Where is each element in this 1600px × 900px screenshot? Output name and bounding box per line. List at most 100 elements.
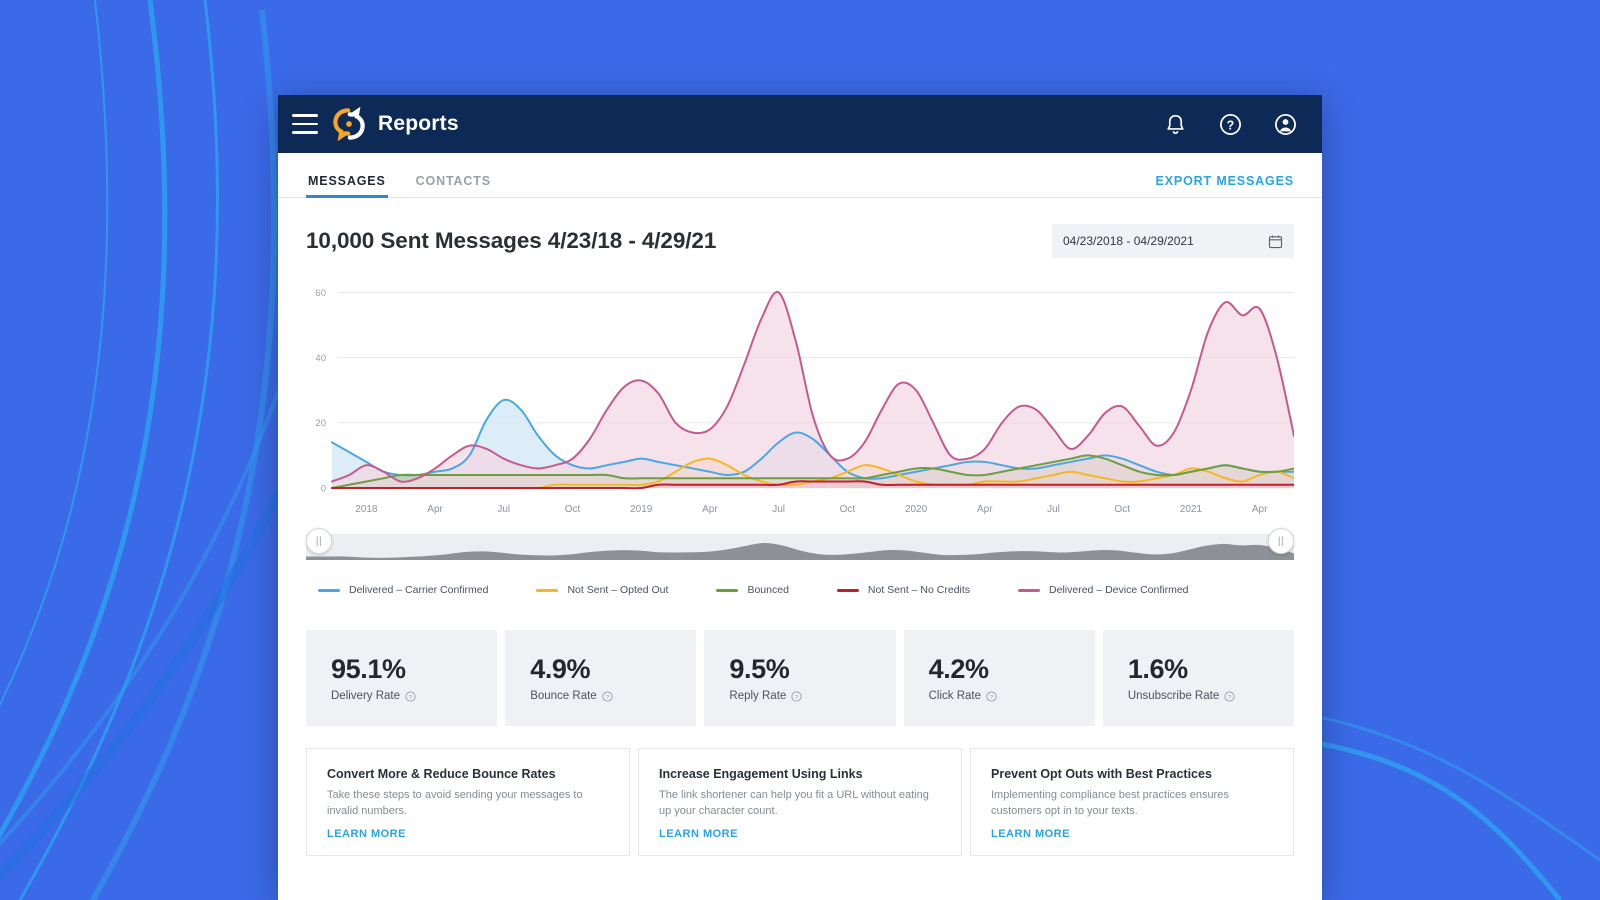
scrubber-handle-left-grip: ||	[315, 535, 323, 547]
kpi-label-row: Unsubscribe Rate?	[1128, 690, 1294, 702]
legend-label: Delivered – Carrier Confirmed	[349, 584, 489, 596]
chart-x-tick-label: Apr	[977, 504, 993, 515]
kpi-label: Bounce Rate	[530, 690, 597, 702]
legend-item[interactable]: Not Sent – Opted Out	[536, 584, 668, 596]
legend-swatch	[716, 588, 739, 592]
tip-card-learn-more-link[interactable]: LEARN MORE	[991, 828, 1273, 840]
messages-area-chart[interactable]: 0 20 40 60 2018 Apr Jul Oct 2019 Apr Jul Oct 2020 Ap…	[306, 276, 1294, 526]
kpi-card: 9.5% Reply Rate?	[704, 630, 896, 726]
app-window: Reports ? MESSAGES CONTACTS EXPORT MESSA…	[278, 95, 1322, 900]
tip-card-row: Convert More & Reduce Bounce Rates Take t…	[278, 726, 1322, 856]
legend-swatch	[318, 588, 340, 592]
kpi-label-row: Delivery Rate?	[331, 690, 497, 702]
svg-text:?: ?	[795, 694, 798, 700]
kpi-value: 1.6%	[1127, 654, 1188, 684]
legend-item[interactable]: Not Sent – No Credits	[836, 584, 971, 596]
calendar-icon	[1268, 235, 1283, 248]
chart-y-axis-labels: 0 20 40 60	[315, 288, 326, 494]
legend-label: Bounced	[747, 584, 789, 596]
scrubber-handle-right-grip: ||	[1277, 535, 1285, 547]
kpi-label-row: Reply Rate?	[729, 690, 895, 702]
chart-x-tick-label: Jul	[1047, 504, 1060, 515]
kpi-label-row: Click Rate?	[929, 690, 1095, 702]
svg-text:?: ?	[1227, 118, 1235, 132]
kpi-card: 4.2% Click Rate?	[903, 630, 1095, 726]
chart-x-axis-labels: 2018 Apr Jul Oct 2019 Apr Jul Oct 2020 Apr Jul Oct 2…	[355, 504, 1268, 515]
chart-container: 0 20 40 60 2018 Apr Jul Oct 2019 Apr Jul Oct 2020 Ap…	[278, 258, 1322, 526]
tip-card: Increase Engagement Using Links The link …	[638, 748, 962, 856]
kpi-label: Reply Rate	[729, 690, 787, 702]
chart-series-areas	[332, 292, 1294, 489]
legend-label: Delivered – Device Confirmed	[1049, 584, 1189, 596]
chart-x-tick-label: 2020	[905, 504, 928, 515]
scrubber-handle-left[interactable]: ||	[306, 528, 332, 554]
kpi-value: 4.9%	[530, 654, 591, 684]
chart-x-tick-label: 2019	[630, 504, 653, 515]
svg-text:?: ?	[990, 694, 993, 700]
chart-x-tick-label: Oct	[565, 504, 581, 515]
tip-card-learn-more-link[interactable]: LEARN MORE	[327, 828, 609, 840]
bell-icon[interactable]	[1163, 112, 1188, 137]
kpi-card: 1.6% Unsubscribe Rate?	[1102, 630, 1295, 726]
legend-label: Not Sent – No Credits	[867, 584, 971, 596]
export-messages-button[interactable]: EXPORT MESSAGES	[1156, 174, 1294, 197]
kpi-card: 95.1% Delivery Rate?	[306, 630, 498, 726]
tab-bar: MESSAGES CONTACTS EXPORT MESSAGES	[278, 153, 1322, 198]
legend-item[interactable]: Delivered – Device Confirmed	[1018, 584, 1189, 596]
date-range-value: 04/23/2018 - 04/29/2021	[1063, 234, 1194, 248]
chart-legend: Delivered – Carrier Confirmed Not Sent – …	[278, 562, 1322, 596]
tip-card: Prevent Opt Outs with Best Practices Impl…	[970, 748, 1294, 856]
scrubber-track[interactable]	[306, 532, 1294, 562]
chart-area-delivered-device-confirmed	[332, 292, 1294, 488]
hamburger-menu-icon[interactable]	[292, 114, 318, 134]
kpi-card-row: 95.1% Delivery Rate? 4.9% Bounce Rate? 9.5% R…	[278, 596, 1322, 726]
legend-label: Not Sent – Opted Out	[567, 584, 669, 596]
info-circle-icon[interactable]: ?	[405, 690, 416, 702]
chart-y-tick-label: 0	[321, 483, 326, 494]
kpi-label: Click Rate	[928, 690, 982, 702]
kpi-value: 95.1%	[331, 654, 406, 684]
chart-x-tick-label: Oct	[1114, 504, 1130, 515]
kpi-label: Delivery Rate	[331, 690, 401, 702]
scrubber-handle-right[interactable]: ||	[1268, 528, 1294, 554]
tip-card-title: Convert More & Reduce Bounce Rates	[327, 767, 556, 781]
kpi-value: 4.2%	[928, 654, 989, 684]
legend-item[interactable]: Bounced	[716, 584, 789, 596]
tab-messages[interactable]: MESSAGES	[306, 174, 388, 198]
chart-x-tick-label: 2021	[1180, 504, 1203, 515]
chart-y-tick-label: 60	[315, 288, 326, 299]
legend-item[interactable]: Delivered – Carrier Confirmed	[318, 584, 488, 596]
chart-x-tick-label: Apr	[702, 504, 718, 515]
tip-card-body: Take these steps to avoid sending your m…	[327, 789, 583, 817]
info-circle-icon[interactable]: ?	[1224, 690, 1235, 702]
tip-card-title: Prevent Opt Outs with Best Practices	[991, 767, 1212, 781]
chart-x-tick-label: Apr	[427, 504, 443, 515]
headline-row: 10,000 Sent Messages 4/23/18 - 4/29/21 0…	[278, 198, 1322, 258]
chart-x-tick-label: Apr	[1252, 504, 1268, 515]
tip-card-title: Increase Engagement Using Links	[659, 767, 863, 781]
info-circle-icon[interactable]: ?	[791, 690, 802, 702]
chart-x-tick-label: 2018	[355, 504, 378, 515]
date-range-picker[interactable]: 04/23/2018 - 04/29/2021	[1052, 224, 1294, 258]
tip-card: Convert More & Reduce Bounce Rates Take t…	[306, 748, 630, 856]
tip-card-body: The link shortener can help you fit a UR…	[659, 789, 929, 817]
kpi-label-row: Bounce Rate?	[530, 690, 696, 702]
tip-card-body: Implementing compliance best practices e…	[991, 789, 1229, 817]
kpi-value: 9.5%	[729, 654, 790, 684]
kpi-card: 4.9% Bounce Rate?	[505, 630, 697, 726]
svg-text:?: ?	[409, 694, 412, 700]
user-account-icon[interactable]	[1273, 112, 1298, 137]
tip-card-learn-more-link[interactable]: LEARN MORE	[659, 828, 941, 840]
page-title: 10,000 Sent Messages 4/23/18 - 4/29/21	[306, 228, 717, 253]
svg-text:?: ?	[1228, 694, 1231, 700]
tab-contacts[interactable]: CONTACTS	[414, 174, 493, 197]
brand-logo-icon	[333, 107, 365, 141]
info-circle-icon[interactable]: ?	[602, 690, 613, 702]
info-circle-icon[interactable]: ?	[986, 690, 997, 702]
legend-swatch	[1018, 588, 1041, 592]
question-circle-icon[interactable]: ?	[1218, 112, 1243, 137]
chart-y-tick-label: 40	[315, 353, 326, 364]
chart-range-scrubber[interactable]: || ||	[278, 526, 1322, 562]
chart-x-tick-label: Jul	[772, 504, 785, 515]
topbar-actions: ?	[1163, 112, 1298, 137]
